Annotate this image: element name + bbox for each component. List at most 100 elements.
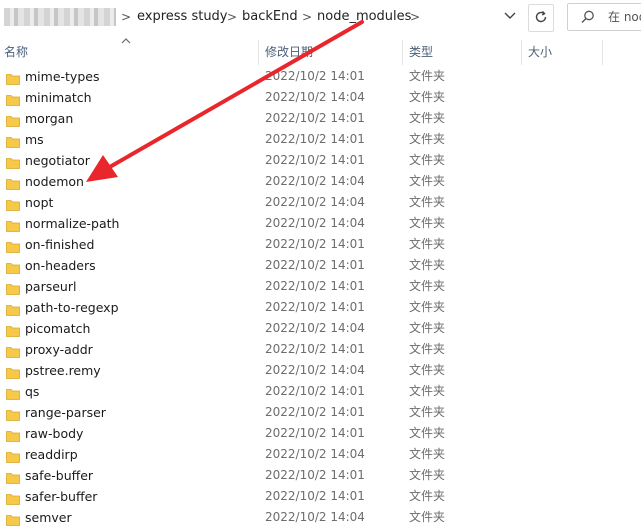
folder-icon (6, 217, 20, 232)
folder-icon (6, 175, 20, 190)
breadcrumb-separator: > (302, 10, 313, 24)
file-name: safe-buffer (25, 468, 94, 483)
file-row[interactable]: negotiator 2022/10/2 14:01 文件夹 (0, 150, 641, 171)
column-divider[interactable] (258, 40, 259, 65)
file-row[interactable]: picomatch 2022/10/2 14:04 文件夹 (0, 318, 641, 339)
file-row[interactable]: raw-body 2022/10/2 14:01 文件夹 (0, 423, 641, 444)
column-header-date[interactable]: 修改日期 (265, 44, 313, 60)
file-date: 2022/10/2 14:01 (265, 342, 365, 356)
file-type: 文件夹 (409, 363, 446, 377)
file-type: 文件夹 (409, 69, 446, 83)
file-row[interactable]: ms 2022/10/2 14:01 文件夹 (0, 129, 641, 150)
file-type: 文件夹 (409, 426, 446, 440)
file-type: 文件夹 (409, 384, 446, 398)
file-row[interactable]: safer-buffer 2022/10/2 14:01 文件夹 (0, 486, 641, 507)
file-row[interactable]: morgan 2022/10/2 14:01 文件夹 (0, 108, 641, 129)
folder-icon (6, 448, 20, 463)
file-row[interactable]: proxy-addr 2022/10/2 14:01 文件夹 (0, 339, 641, 360)
file-name: on-headers (25, 258, 96, 273)
breadcrumb-item-express-study[interactable]: express study (137, 8, 228, 26)
folder-icon (6, 196, 20, 211)
file-date: 2022/10/2 14:01 (265, 489, 365, 503)
file-row[interactable]: semver 2022/10/2 14:04 文件夹 (0, 507, 641, 528)
search-box[interactable]: 在 node (567, 3, 641, 31)
file-row[interactable]: readdirp 2022/10/2 14:04 文件夹 (0, 444, 641, 465)
file-name: semver (25, 510, 72, 525)
folder-icon (6, 343, 20, 358)
file-date: 2022/10/2 14:01 (265, 468, 365, 482)
column-header-size[interactable]: 大小 (528, 44, 552, 60)
folder-icon (6, 238, 20, 253)
file-date: 2022/10/2 14:01 (265, 279, 365, 293)
file-name: parseurl (25, 279, 77, 294)
column-divider[interactable] (602, 40, 603, 65)
file-date: 2022/10/2 14:01 (265, 111, 365, 125)
file-row[interactable]: on-finished 2022/10/2 14:01 文件夹 (0, 234, 641, 255)
blurred-path-segment (4, 8, 116, 26)
chevron-down-icon[interactable] (500, 8, 520, 26)
breadcrumb-item-backend[interactable]: backEnd (242, 8, 298, 26)
folder-icon (6, 133, 20, 148)
column-header-name[interactable]: 名称 (4, 44, 28, 60)
file-date: 2022/10/2 14:01 (265, 405, 365, 419)
file-date: 2022/10/2 14:01 (265, 300, 365, 314)
file-row[interactable]: range-parser 2022/10/2 14:01 文件夹 (0, 402, 641, 423)
file-type: 文件夹 (409, 342, 446, 356)
file-row[interactable]: path-to-regexp 2022/10/2 14:01 文件夹 (0, 297, 641, 318)
file-date: 2022/10/2 14:01 (265, 153, 365, 167)
file-date: 2022/10/2 14:04 (265, 510, 365, 524)
file-date: 2022/10/2 14:04 (265, 321, 365, 335)
file-row[interactable]: on-headers 2022/10/2 14:01 文件夹 (0, 255, 641, 276)
file-type: 文件夹 (409, 174, 446, 188)
file-type: 文件夹 (409, 153, 446, 167)
file-date: 2022/10/2 14:04 (265, 363, 365, 377)
column-divider[interactable] (521, 40, 522, 65)
file-type: 文件夹 (409, 321, 446, 335)
file-row[interactable]: nodemon 2022/10/2 14:04 文件夹 (0, 171, 641, 192)
file-row[interactable]: pstree.remy 2022/10/2 14:04 文件夹 (0, 360, 641, 381)
file-type: 文件夹 (409, 468, 446, 482)
file-row[interactable]: qs 2022/10/2 14:01 文件夹 (0, 381, 641, 402)
file-name: raw-body (25, 426, 84, 441)
file-name: normalize-path (25, 216, 120, 231)
file-name: mime-types (25, 69, 100, 84)
file-type: 文件夹 (409, 258, 446, 272)
breadcrumb-separator: > (410, 10, 421, 24)
folder-icon (6, 406, 20, 421)
column-divider[interactable] (402, 40, 403, 65)
folder-icon (6, 259, 20, 274)
file-row[interactable]: safe-buffer 2022/10/2 14:01 文件夹 (0, 465, 641, 486)
file-type: 文件夹 (409, 447, 446, 461)
file-date: 2022/10/2 14:04 (265, 174, 365, 188)
file-date: 2022/10/2 14:01 (265, 237, 365, 251)
file-row[interactable]: normalize-path 2022/10/2 14:04 文件夹 (0, 213, 641, 234)
file-type: 文件夹 (409, 237, 446, 251)
folder-icon (6, 154, 20, 169)
folder-icon (6, 91, 20, 106)
file-type: 文件夹 (409, 216, 446, 230)
file-row[interactable]: minimatch 2022/10/2 14:04 文件夹 (0, 87, 641, 108)
file-row[interactable]: mime-types 2022/10/2 14:01 文件夹 (0, 66, 641, 87)
folder-icon (6, 301, 20, 316)
refresh-icon[interactable] (528, 4, 554, 32)
sort-up-icon (121, 37, 131, 47)
folder-icon (6, 427, 20, 442)
file-type: 文件夹 (409, 510, 446, 524)
file-type: 文件夹 (409, 111, 446, 125)
file-row[interactable]: nopt 2022/10/2 14:04 文件夹 (0, 192, 641, 213)
file-name: safer-buffer (25, 489, 98, 504)
breadcrumb-separator: > (121, 10, 132, 24)
file-row[interactable]: parseurl 2022/10/2 14:01 文件夹 (0, 276, 641, 297)
file-type: 文件夹 (409, 195, 446, 209)
column-header-type[interactable]: 类型 (409, 44, 433, 60)
column-header-row: 名称 修改日期 类型 大小 (0, 37, 641, 65)
file-type: 文件夹 (409, 279, 446, 293)
folder-icon (6, 112, 20, 127)
file-name: morgan (25, 111, 74, 126)
file-type: 文件夹 (409, 300, 446, 314)
file-date: 2022/10/2 14:04 (265, 90, 365, 104)
file-name: proxy-addr (25, 342, 93, 357)
file-type: 文件夹 (409, 489, 446, 503)
file-name: pstree.remy (25, 363, 101, 378)
breadcrumb-item-node-modules[interactable]: node_modules (317, 8, 411, 26)
